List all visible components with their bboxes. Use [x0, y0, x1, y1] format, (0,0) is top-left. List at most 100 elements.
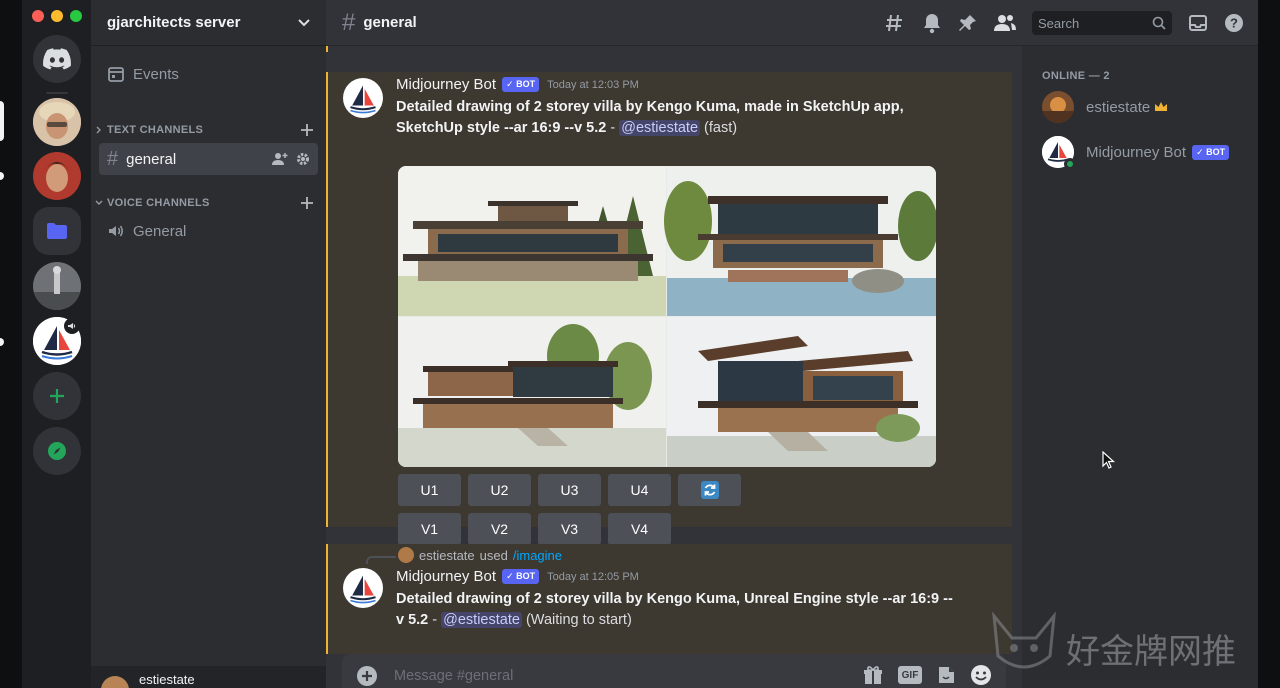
- members-icon[interactable]: [994, 13, 1016, 33]
- user-mention[interactable]: @estiestate: [441, 612, 522, 628]
- voice-channel-general[interactable]: General: [99, 215, 318, 247]
- message-1[interactable]: Midjourney Bot ✓ BOT Today at 12:03 PM D…: [326, 72, 1012, 545]
- speaker-icon: [64, 318, 80, 334]
- speaker-icon: [109, 225, 123, 237]
- midjourney-sailboat-icon: [350, 85, 376, 114]
- window-frame-right: [1258, 0, 1280, 688]
- voice-channel-name: General: [133, 222, 187, 240]
- message-2[interactable]: estiestate used /imagine Midjourney Bot …: [326, 544, 1012, 654]
- threads-icon[interactable]: [884, 12, 906, 34]
- midjourney-sailboat-icon: [350, 575, 376, 604]
- zoom-window-button[interactable]: [70, 10, 82, 22]
- gif-button[interactable]: GIF: [898, 666, 922, 684]
- server-avatar-3[interactable]: [33, 262, 81, 310]
- bot-avatar[interactable]: [343, 568, 383, 608]
- v3-button[interactable]: V3: [538, 513, 601, 545]
- add-server-button[interactable]: [33, 372, 81, 420]
- u3-button[interactable]: U3: [538, 474, 601, 506]
- reply-user-avatar: [398, 547, 414, 563]
- u1-button[interactable]: U1: [398, 474, 461, 506]
- u4-button[interactable]: U4: [608, 474, 671, 506]
- explore-servers-button[interactable]: [33, 427, 81, 475]
- bell-icon[interactable]: [922, 12, 942, 34]
- create-channel-plus-icon[interactable]: [300, 123, 314, 137]
- v4-button[interactable]: V4: [608, 513, 671, 545]
- status-suffix: (Waiting to start): [521, 612, 632, 628]
- user-avatar: [101, 676, 129, 688]
- hashtag-icon: #: [107, 147, 119, 170]
- user-mention[interactable]: @estiestate: [619, 120, 701, 136]
- refresh-icon: [700, 481, 719, 499]
- composer-area: Message #general GIF: [326, 654, 1022, 688]
- command-reply-context[interactable]: estiestate used /imagine: [398, 547, 562, 563]
- channel-item-general[interactable]: # general: [99, 143, 318, 175]
- folder-icon: [47, 223, 67, 239]
- home-button[interactable]: [33, 35, 81, 83]
- gear-icon[interactable]: [296, 152, 310, 166]
- member-avatar: [1042, 91, 1074, 123]
- reply-username[interactable]: estiestate: [419, 548, 475, 563]
- slash-command[interactable]: /imagine: [513, 548, 562, 563]
- member-name: Midjourney Bot: [1086, 143, 1187, 161]
- invite-member-icon[interactable]: [272, 152, 288, 166]
- watermark-text: 好金牌网推: [1066, 632, 1236, 672]
- calendar-icon: [108, 67, 124, 82]
- search-input[interactable]: Search: [1032, 11, 1172, 35]
- person-avatar-icon: [33, 152, 81, 200]
- user-panel[interactable]: estiestate: [91, 666, 326, 688]
- member-avatar: [1042, 136, 1076, 170]
- gift-icon[interactable]: [862, 664, 884, 686]
- hashtag-icon: #: [342, 8, 356, 36]
- add-attachment-icon[interactable]: [356, 665, 378, 687]
- minimize-window-button[interactable]: [51, 10, 63, 22]
- v2-button[interactable]: V2: [468, 513, 531, 545]
- message-author[interactable]: Midjourney Bot: [396, 568, 496, 585]
- separator: -: [606, 120, 620, 136]
- text-channels-category[interactable]: TEXT CHANNELS: [95, 123, 314, 137]
- mouse-cursor-icon: [1102, 451, 1116, 469]
- bot-avatar[interactable]: [343, 78, 383, 118]
- v1-button[interactable]: V1: [398, 513, 461, 545]
- member-item-midjourney-bot[interactable]: Midjourney Bot ✓ BOT: [1042, 136, 1230, 170]
- online-category: ONLINE — 2: [1042, 70, 1110, 82]
- message-content: Detailed drawing of 2 storey villa by Ke…: [396, 589, 992, 631]
- upscale-button-row: U1 U2 U3 U4: [398, 474, 741, 506]
- separator: -: [428, 612, 442, 628]
- message-input[interactable]: Message #general GIF: [342, 654, 1006, 688]
- message-author[interactable]: Midjourney Bot: [396, 76, 496, 93]
- message-meta: Midjourney Bot ✓ BOT Today at 12:05 PM: [396, 568, 639, 585]
- reroll-button[interactable]: [678, 474, 741, 506]
- discord-logo-icon: [43, 48, 71, 70]
- message-content: Detailed drawing of 2 storey villa by Ke…: [396, 97, 992, 139]
- server-header[interactable]: gjarchitects server: [91, 0, 326, 46]
- server-rail: [0, 0, 91, 688]
- close-window-button[interactable]: [32, 10, 44, 22]
- server-avatar-2[interactable]: [33, 152, 81, 200]
- create-voice-channel-plus-icon[interactable]: [300, 196, 314, 210]
- voice-channels-category[interactable]: VOICE CHANNELS: [95, 196, 314, 210]
- chevron-right-icon: [96, 126, 101, 134]
- variation-button-row: V1 V2 V3 V4: [398, 513, 671, 545]
- server-active-indicator: [0, 101, 4, 141]
- pin-icon[interactable]: [958, 13, 978, 33]
- inbox-icon[interactable]: [1188, 13, 1208, 33]
- prompt-text-2: SketchUp style --ar 16:9 --v 5.2: [396, 120, 607, 136]
- prompt-text: Detailed drawing of 2 storey villa by Ke…: [396, 591, 953, 607]
- generated-image-grid[interactable]: [398, 166, 936, 467]
- u2-button[interactable]: U2: [468, 474, 531, 506]
- member-item-estiestate[interactable]: estiestate: [1042, 91, 1168, 123]
- rail-separator: [46, 92, 68, 94]
- search-placeholder: Search: [1038, 15, 1080, 31]
- landscape-avatar-icon: [1042, 91, 1074, 123]
- sticker-icon[interactable]: [936, 665, 956, 685]
- events-item[interactable]: Events: [99, 58, 318, 90]
- help-icon[interactable]: ?: [1224, 13, 1244, 33]
- server-folder[interactable]: [33, 207, 81, 255]
- message-placeholder: Message #general: [394, 668, 514, 684]
- server-avatar-1[interactable]: [33, 98, 81, 146]
- server-name: gjarchitects server: [107, 14, 241, 31]
- reply-spine: [366, 556, 396, 564]
- channel-header: # general Search ?: [326, 0, 1258, 46]
- emoji-icon[interactable]: [970, 664, 992, 686]
- channel-sidebar: gjarchitects server Events TEXT CHANNELS…: [91, 0, 326, 688]
